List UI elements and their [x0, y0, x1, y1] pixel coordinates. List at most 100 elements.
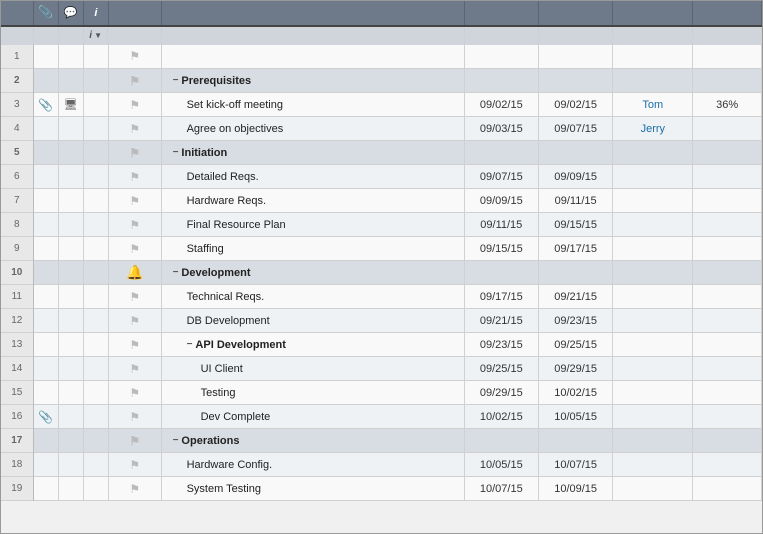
start-date-cell: 09/11/15	[464, 213, 538, 237]
attach-cell	[33, 141, 58, 165]
start-date-cell: 09/25/15	[464, 357, 538, 381]
info-cell	[83, 237, 108, 261]
at-risk-cell: ⚑	[108, 117, 161, 141]
row-number: 8	[1, 213, 33, 237]
task-label: System Testing	[165, 483, 261, 495]
note-cell	[58, 213, 83, 237]
start-date-cell: 10/05/15	[464, 453, 538, 477]
col-header-assignedto[interactable]	[613, 1, 693, 26]
task-name-cell[interactable]: UI Client	[161, 357, 464, 381]
sub-header-empty8	[613, 26, 693, 45]
at-risk-cell: ⚑	[108, 69, 161, 93]
end-date-cell: 10/02/15	[538, 381, 612, 405]
note-cell	[58, 285, 83, 309]
task-name-cell[interactable]: Hardware Config.	[161, 453, 464, 477]
end-date-cell: 09/23/15	[538, 309, 612, 333]
attach-cell	[33, 333, 58, 357]
task-label: Set kick-off meeting	[165, 99, 283, 111]
task-name-cell[interactable]: Detailed Reqs.	[161, 165, 464, 189]
assigned-to-cell	[613, 309, 693, 333]
dropdown-chevron-icon[interactable]: ▼	[94, 31, 102, 40]
info-cell	[83, 141, 108, 165]
task-name-cell[interactable]: − Prerequisites	[161, 69, 464, 93]
at-risk-cell: ⚑	[108, 141, 161, 165]
at-risk-cell: ⚑	[108, 453, 161, 477]
info-cell	[83, 165, 108, 189]
note-cell	[58, 261, 83, 285]
task-name-cell[interactable]: Dev Complete	[161, 405, 464, 429]
info-cell	[83, 477, 108, 501]
task-name-cell[interactable]: Testing	[161, 381, 464, 405]
attach-cell	[33, 189, 58, 213]
assigned-to-cell	[613, 285, 693, 309]
task-name-cell[interactable]: Final Resource Plan	[161, 213, 464, 237]
flag-icon: ⚑	[129, 434, 140, 448]
note-cell	[58, 189, 83, 213]
row-number: 5	[1, 141, 33, 165]
note-cell	[58, 45, 83, 69]
attach-cell	[33, 429, 58, 453]
task-name-cell[interactable]: DB Development	[161, 309, 464, 333]
start-date-cell: 09/02/15	[464, 93, 538, 117]
pct-complete-cell	[693, 69, 762, 93]
start-date-cell	[464, 261, 538, 285]
task-name-cell[interactable]: − Development	[161, 261, 464, 285]
assigned-to-cell	[613, 429, 693, 453]
flag-icon: ⚑	[129, 314, 140, 328]
task-name-cell[interactable]: Technical Reqs.	[161, 285, 464, 309]
attach-cell: 📎	[33, 93, 58, 117]
expand-collapse-icon[interactable]: −	[173, 267, 179, 278]
col-header-taskname[interactable]	[161, 1, 464, 26]
attach-cell	[33, 381, 58, 405]
assigned-to-cell	[613, 261, 693, 285]
start-date-cell: 09/07/15	[464, 165, 538, 189]
sub-header-empty6	[464, 26, 538, 45]
task-name-cell[interactable]: − Initiation	[161, 141, 464, 165]
task-label: Staffing	[165, 243, 224, 255]
attach-cell	[33, 45, 58, 69]
note-cell	[58, 309, 83, 333]
task-name-cell[interactable]	[161, 45, 464, 69]
flag-icon: ⚑	[129, 290, 140, 304]
expand-collapse-icon[interactable]: −	[187, 339, 193, 350]
task-name-cell[interactable]: − API Development	[161, 333, 464, 357]
col-header-complete[interactable]	[693, 1, 762, 26]
expand-collapse-icon[interactable]: −	[173, 435, 179, 446]
at-risk-cell: ⚑	[108, 237, 161, 261]
task-label: Detailed Reqs.	[165, 171, 259, 183]
group-label: Initiation	[181, 147, 227, 159]
expand-collapse-icon[interactable]: −	[173, 147, 179, 158]
task-name-cell[interactable]: System Testing	[161, 477, 464, 501]
expand-collapse-icon[interactable]: −	[173, 75, 179, 86]
end-date-cell: 09/29/15	[538, 357, 612, 381]
end-date-cell: 09/15/15	[538, 213, 612, 237]
col-header-startdate[interactable]	[464, 1, 538, 26]
task-name-cell[interactable]: Staffing	[161, 237, 464, 261]
info-cell	[83, 453, 108, 477]
task-label: Technical Reqs.	[165, 291, 265, 303]
col-header-enddate[interactable]	[538, 1, 612, 26]
pct-complete-cell	[693, 213, 762, 237]
end-date-cell	[538, 261, 612, 285]
pct-complete-cell: 36%	[693, 93, 762, 117]
note-cell	[58, 141, 83, 165]
task-name-cell[interactable]: Set kick-off meeting	[161, 93, 464, 117]
sub-header-info-cell[interactable]: i ▼	[84, 27, 109, 45]
task-name-cell[interactable]: Hardware Reqs.	[161, 189, 464, 213]
start-date-cell	[464, 69, 538, 93]
task-name-cell[interactable]: − Operations	[161, 429, 464, 453]
start-date-cell: 10/07/15	[464, 477, 538, 501]
start-date-cell: 09/23/15	[464, 333, 538, 357]
info-cell	[83, 333, 108, 357]
flag-icon: ⚑	[129, 458, 140, 472]
at-risk-cell: ⚑	[108, 357, 161, 381]
info-cell	[83, 429, 108, 453]
attach-cell	[33, 357, 58, 381]
flag-icon: ⚑	[129, 74, 140, 88]
end-date-cell: 10/09/15	[538, 477, 612, 501]
end-date-cell: 09/09/15	[538, 165, 612, 189]
start-date-cell: 10/02/15	[464, 405, 538, 429]
info-cell	[83, 309, 108, 333]
task-name-cell[interactable]: Agree on objectives	[161, 117, 464, 141]
col-header-info: i	[83, 1, 108, 26]
